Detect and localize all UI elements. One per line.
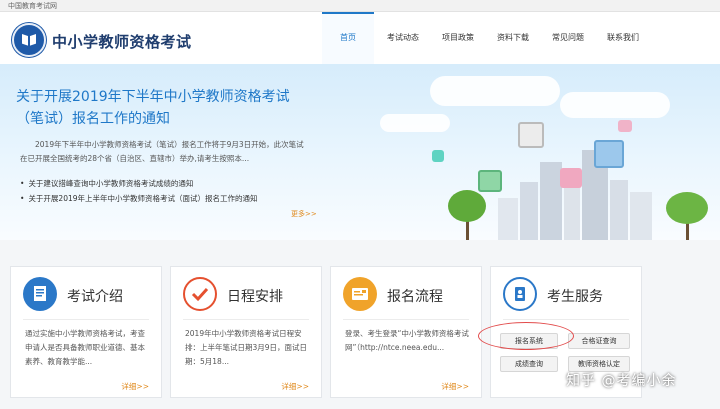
card-detail-link[interactable]: 详细>>	[121, 381, 149, 392]
banner-link-list: 关于建议措峰查询中小学教师资格考试成绩的通知 关于开展2019年上半年中小学教师…	[20, 176, 258, 206]
card-exam-intro: 考试介绍 通过实施中小学教师资格考试，考查申请人是否具备教师职业道德、基本素养、…	[10, 266, 162, 398]
top-strip: 中国教育考试网	[0, 0, 720, 12]
cube-decoration	[518, 122, 544, 148]
card-summary: 2019年中小学教师资格考试日程安排：上半年笔试日期3月9日，面试日期：5月18…	[185, 329, 308, 366]
banner-headline[interactable]: 关于开展2019年下半年中小学教师资格考试（笔试）报名工作的通知	[16, 86, 308, 130]
hero-banner: 关于开展2019年下半年中小学教师资格考试（笔试）报名工作的通知 2019年下半…	[0, 64, 720, 240]
application-form-icon	[343, 277, 377, 311]
book-logo-icon[interactable]	[12, 23, 46, 57]
building-decoration	[610, 180, 628, 240]
cloud-decoration	[380, 114, 450, 132]
banner-link[interactable]: 关于开展2019年上半年中小学教师资格考试（面试）报名工作的通知	[20, 191, 257, 206]
card-summary: 通过实施中小学教师资格考试，考查申请人是否具备教师职业道德、基本素养、教育教学能…	[25, 329, 145, 366]
card-detail-link[interactable]: 详细>>	[441, 381, 469, 392]
site-label: 中国教育考试网	[8, 2, 57, 10]
certificate-query-button[interactable]: 合格证查询	[568, 333, 630, 349]
card-divider	[23, 319, 149, 320]
card-divider	[343, 319, 469, 320]
building-decoration	[630, 192, 652, 240]
building-decoration	[498, 198, 518, 240]
card-detail-link[interactable]: 详细>>	[281, 381, 309, 392]
highlight-circle-annotation	[478, 322, 574, 350]
banner-link[interactable]: 关于建议措峰查询中小学教师资格考试成绩的通知	[20, 176, 258, 191]
header: 中小学教师资格考试 首页 考试动态 项目政策 资料下载 常见问题 联系我们	[0, 12, 720, 64]
nav-policy[interactable]: 项目政策	[432, 12, 484, 64]
cube-decoration	[594, 140, 624, 168]
tree-decoration	[666, 192, 708, 224]
tree-decoration	[448, 190, 486, 222]
cube-decoration	[478, 170, 502, 192]
contact-card-icon	[503, 277, 537, 311]
cloud-decoration	[430, 76, 560, 106]
nav-exam-news[interactable]: 考试动态	[377, 12, 429, 64]
card-title[interactable]: 考试介绍	[67, 286, 123, 306]
nav-faq[interactable]: 常见问题	[542, 12, 594, 64]
nav-home[interactable]: 首页	[322, 12, 374, 64]
score-query-button[interactable]: 成绩查询	[500, 356, 558, 372]
document-icon	[23, 277, 57, 311]
card-divider	[183, 319, 309, 320]
building-decoration	[540, 162, 562, 240]
card-title[interactable]: 日程安排	[227, 286, 283, 306]
card-summary: 登录、考生登录“中小学教师资格考试网”（http://ntce.neea.edu…	[345, 329, 469, 352]
building-decoration	[520, 182, 538, 240]
cloud-decoration	[560, 92, 670, 118]
card-schedule: 日程安排 2019年中小学教师资格考试日程安排：上半年笔试日期3月9日，面试日期…	[170, 266, 322, 398]
card-title[interactable]: 报名流程	[387, 286, 443, 306]
cube-decoration	[560, 168, 582, 188]
nav-downloads[interactable]: 资料下载	[487, 12, 539, 64]
site-title[interactable]: 中小学教师资格考试	[52, 31, 192, 52]
checkmark-icon	[183, 277, 217, 311]
banner-summary: 2019年下半年中小学教师资格考试（笔试）报名工作将于9月3日开始，此次笔试在已…	[20, 140, 304, 163]
cube-decoration	[432, 150, 444, 162]
card-title[interactable]: 考生服务	[547, 286, 603, 306]
cube-decoration	[618, 120, 632, 132]
main-nav: 首页 考试动态 项目政策 资料下载 常见问题 联系我们	[322, 12, 652, 64]
card-divider	[503, 319, 629, 320]
watermark: 知乎 @考编小余	[566, 373, 677, 389]
card-registration-process: 报名流程 登录、考生登录“中小学教师资格考试网”（http://ntce.nee…	[330, 266, 482, 398]
nav-contact[interactable]: 联系我们	[597, 12, 649, 64]
banner-more-link[interactable]: 更多>>	[291, 209, 317, 219]
